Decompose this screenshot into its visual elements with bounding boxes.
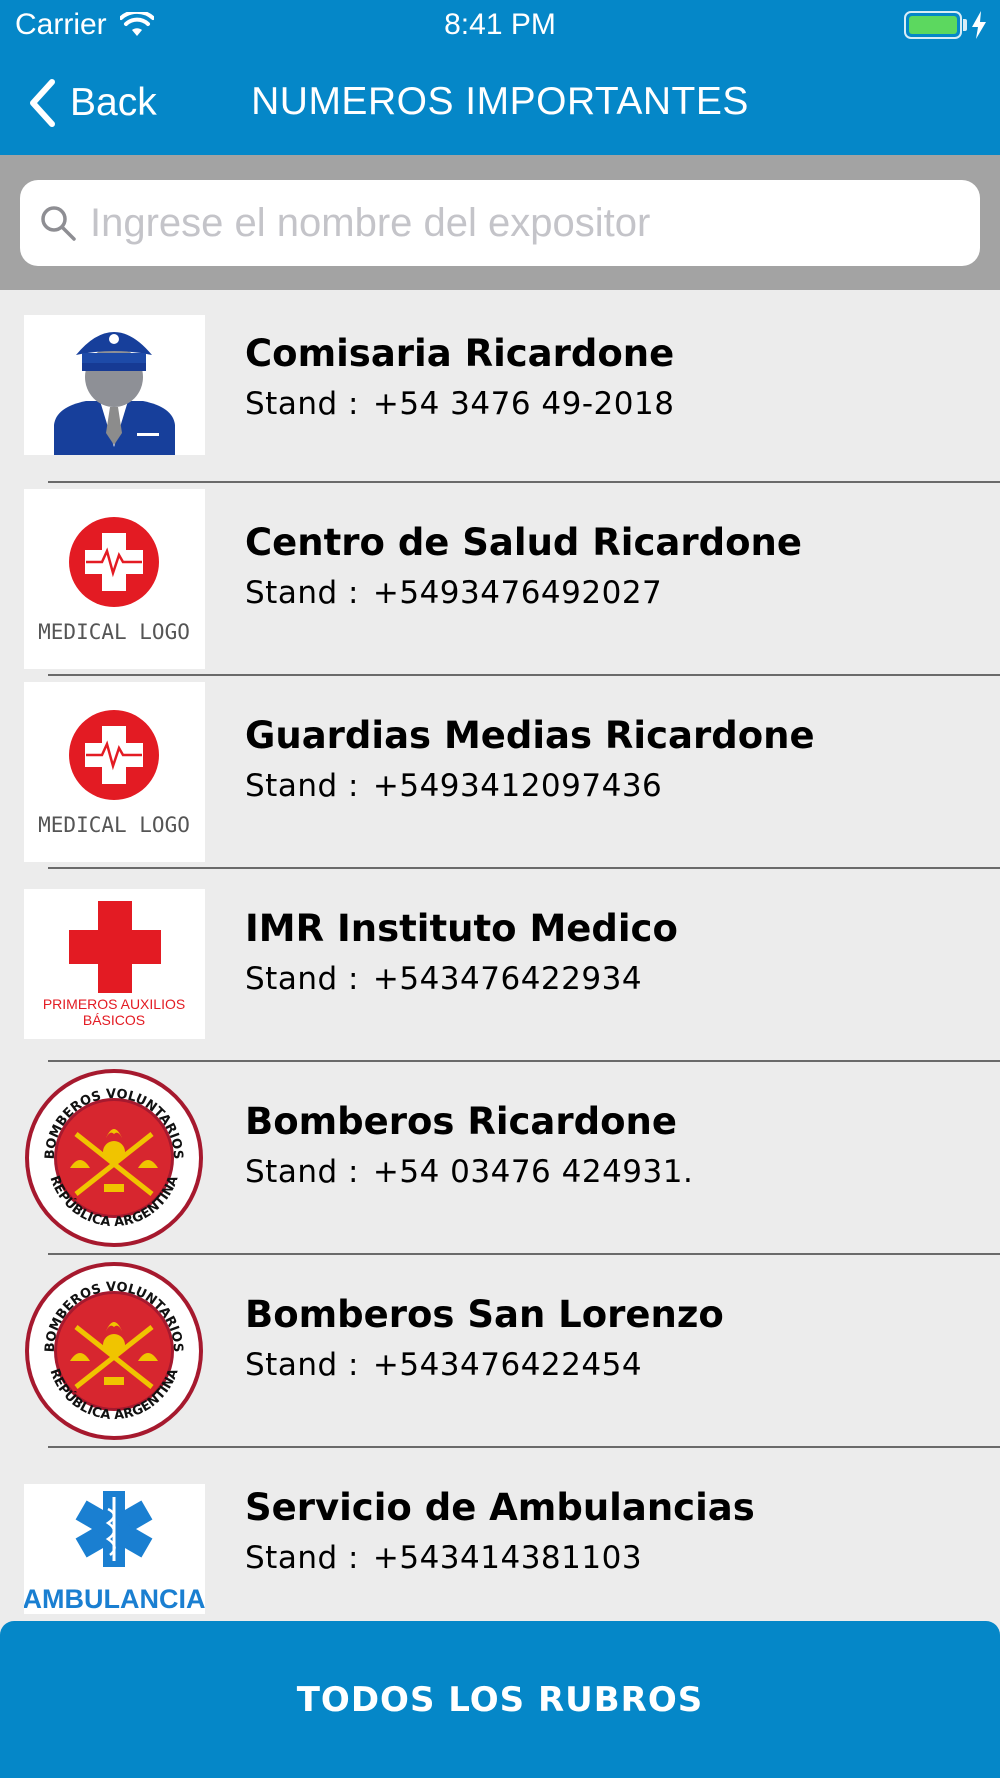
svg-text:PRIMEROS AUXILIOS: PRIMEROS AUXILIOS: [43, 996, 185, 1012]
status-time: 8:41 PM: [444, 8, 556, 41]
contact-name: Centro de Salud Ricardone: [245, 521, 802, 564]
list-item[interactable]: AMBULANCIA Servicio de Ambulancias Stand…: [0, 1448, 1000, 1620]
all-categories-button[interactable]: TODOS LOS RUBROS: [0, 1621, 1000, 1778]
list-item[interactable]: BOMBEROS VOLUNTARIOS REPÚBLICA ARGENTINA…: [0, 1255, 1000, 1448]
svg-text:BÁSICOS: BÁSICOS: [83, 1012, 145, 1028]
svg-text:MEDICAL LOGO: MEDICAL LOGO: [38, 813, 190, 837]
bomberos-emblem: BOMBEROS VOLUNTARIOS REPÚBLICA ARGENTINA: [24, 1068, 205, 1248]
back-button[interactable]: Back: [28, 78, 157, 128]
contact-list: Comisaria Ricardone Stand : +54 3476 49-2…: [0, 290, 1000, 1620]
contact-phone: Stand : +5493412097436: [245, 768, 663, 804]
contact-name: Comisaria Ricardone: [245, 332, 675, 375]
contact-phone: Stand : +543414381103: [245, 1540, 643, 1576]
contact-name: Servicio de Ambulancias: [245, 1486, 755, 1529]
contact-phone: Stand : +543476422454: [245, 1347, 643, 1383]
list-item[interactable]: Comisaria Ricardone Stand : +54 3476 49-2…: [0, 290, 1000, 483]
contact-name: Bomberos Ricardone: [245, 1100, 677, 1143]
status-bar: Carrier 8:41 PM: [0, 0, 1000, 50]
star-of-life-logo: AMBULANCIA: [24, 1484, 205, 1614]
battery-icon: [904, 11, 962, 39]
contact-name: IMR Instituto Medico: [245, 907, 678, 950]
svg-text:MEDICAL LOGO: MEDICAL LOGO: [38, 620, 190, 644]
search-field[interactable]: [20, 180, 980, 266]
chevron-left-icon: [30, 79, 55, 127]
svg-text:AMBULANCIA: AMBULANCIA: [24, 1584, 205, 1614]
contact-phone: Stand : +5493476492027: [245, 575, 663, 611]
list-item[interactable]: BOMBEROS VOLUNTARIOS REPÚBLICA ARGENTINA…: [0, 1062, 1000, 1255]
list-item[interactable]: MEDICAL LOGO Guardias Medias Ricardone S…: [0, 676, 1000, 869]
contact-phone: Stand : +543476422934: [245, 961, 643, 997]
contact-name: Bomberos San Lorenzo: [245, 1293, 724, 1336]
navigation-bar: Carrier 8:41 PM NUMEROS IMPORTANTES Back: [0, 0, 1000, 155]
bomberos-emblem: BOMBEROS VOLUNTARIOS REPÚBLICA ARGENTINA: [24, 1261, 205, 1441]
contact-name: Guardias Medias Ricardone: [245, 714, 815, 757]
all-categories-label: TODOS LOS RUBROS: [296, 1679, 704, 1720]
red-cross-logo: PRIMEROS AUXILIOS BÁSICOS: [24, 889, 205, 1039]
search-icon: [41, 206, 76, 241]
charging-bolt-icon: [972, 11, 986, 39]
medical-logo: MEDICAL LOGO: [24, 489, 205, 669]
search-input[interactable]: [90, 200, 950, 246]
contact-phone: Stand : +54 3476 49-2018: [245, 386, 675, 422]
contact-phone: Stand : +54 03476 424931.: [245, 1154, 694, 1190]
medical-logo: MEDICAL LOGO: [24, 682, 205, 862]
list-item[interactable]: PRIMEROS AUXILIOS BÁSICOS IMR Instituto …: [0, 869, 1000, 1062]
search-bar-container: [0, 155, 1000, 290]
back-label: Back: [70, 81, 157, 124]
list-item[interactable]: MEDICAL LOGO Centro de Salud Ricardone S…: [0, 483, 1000, 676]
police-officer-icon: [24, 315, 205, 455]
